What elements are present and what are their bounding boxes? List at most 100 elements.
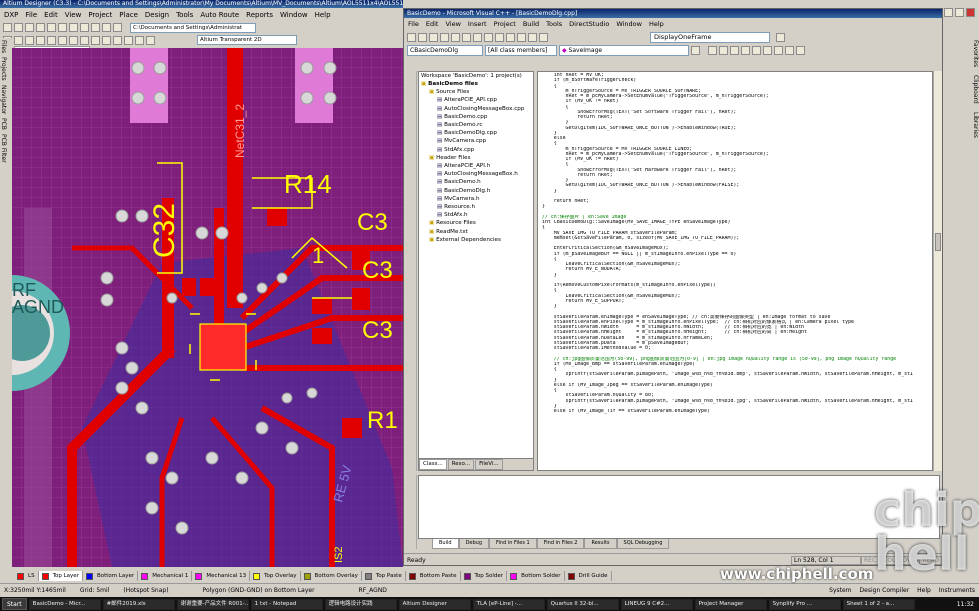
build-icon[interactable] [719, 46, 728, 55]
taskbar-item[interactable]: 谢谢重要-产品文件 R001-... [176, 598, 249, 610]
layer-tab[interactable]: LS [14, 571, 39, 581]
tree-item[interactable]: ▣ BasicDemo files [421, 80, 533, 88]
layer-tab[interactable]: Bottom Overlay [301, 571, 362, 581]
taskbar-item[interactable]: 逻辑电路设计实践 [324, 598, 397, 610]
save-icon[interactable] [25, 23, 34, 32]
layer-tab[interactable]: Mechanical 13 [192, 571, 251, 581]
output-tab[interactable]: Find in Files 1 [489, 539, 537, 549]
tree-item[interactable]: ▤ StdAfx.h [421, 211, 533, 219]
place-via-icon[interactable] [14, 35, 23, 45]
layer-tab[interactable]: Bottom Solder [507, 571, 565, 581]
tree-item[interactable]: ▣ External Dependencies [421, 236, 533, 244]
watch-icon[interactable] [774, 46, 783, 55]
open-file-icon[interactable] [418, 32, 427, 42]
move-icon[interactable] [91, 35, 100, 45]
taskbar-item[interactable]: BasicDemo - Micr... [28, 598, 101, 610]
tree-item[interactable]: ▤ BasicDemo.rc [421, 121, 533, 129]
stop-build-icon[interactable] [730, 46, 739, 55]
deselect-icon[interactable] [102, 35, 111, 45]
layer-tab[interactable]: Top Overlay [250, 571, 301, 581]
output-tab[interactable]: Build [432, 539, 459, 549]
altium-menu-reports[interactable]: Reports [246, 11, 273, 19]
select-icon[interactable] [80, 35, 89, 45]
workspace-tab[interactable]: FileVi... [475, 459, 503, 470]
tree-item[interactable]: ▤ BasicDemoDlg.h [421, 187, 533, 195]
fence-icon[interactable] [124, 35, 133, 45]
taskbar-item[interactable]: Synplify Pro ... [768, 598, 841, 610]
taskbar-item[interactable]: #邮件2019.xls [102, 598, 175, 610]
tree-item[interactable]: ▤ MvCamera.cpp [421, 137, 533, 145]
scroll-thumb[interactable] [935, 233, 941, 251]
vc-menu-directstudio[interactable]: DirectStudio [569, 20, 609, 28]
tree-item[interactable]: ▤ AutoClosingMessageBox.h [421, 170, 533, 178]
side-tab-pcb[interactable]: PCB [0, 116, 7, 132]
undo-icon[interactable] [102, 23, 111, 32]
code-editor[interactable]: int nRet = MV_OK; if (m_bSoftWareTrigger… [537, 71, 933, 471]
altium-menu-tools[interactable]: Tools [176, 11, 193, 19]
side-tab-projects[interactable]: Projects [0, 55, 7, 83]
tree-item[interactable]: ▤ BasicDemo.h [421, 178, 533, 186]
tree-item[interactable]: ▤ StdAfx.cpp [421, 146, 533, 154]
members-combo[interactable]: [All class members] [485, 45, 557, 56]
output-tab[interactable]: Find in Files 2 [536, 539, 585, 549]
tree-item[interactable]: ▣ Resource Files [421, 219, 533, 227]
vc-menu-file[interactable]: File [408, 20, 419, 28]
tree-item[interactable]: ▣ ReadMe.txt [421, 228, 533, 236]
find-in-files-icon[interactable] [539, 32, 548, 42]
right-tab-favorites[interactable]: Favorites [965, 38, 979, 69]
class-combo[interactable]: CBasicDemoDlg [407, 45, 483, 56]
function-combo[interactable]: DisplayOneFrame [650, 31, 770, 43]
redo-icon-vc[interactable] [495, 32, 504, 42]
taskbar-item[interactable]: Quartus II 32-bi... [546, 598, 619, 610]
vc-menu-build[interactable]: Build [523, 20, 539, 28]
vc-menu-tools[interactable]: Tools [546, 20, 562, 28]
tree-item[interactable]: ▤ AlteraPCIE_API.cpp [421, 96, 533, 104]
zoom-icon[interactable] [47, 23, 56, 32]
new-icon[interactable] [3, 23, 12, 32]
taskbar-item[interactable]: 1 txt - Notepad [250, 598, 323, 610]
wizard-action-icon[interactable] [691, 46, 700, 55]
measure-icon[interactable] [69, 35, 78, 45]
altium-menu-window[interactable]: Window [280, 11, 308, 19]
go-icon[interactable] [752, 46, 761, 55]
vc-menu-insert[interactable]: Insert [468, 20, 487, 28]
altium-menu-dxp[interactable]: DXP [4, 11, 18, 19]
side-tab-navigator[interactable]: Navigator [0, 83, 7, 116]
altium-menu-file[interactable]: File [25, 11, 37, 19]
undo-icon-vc[interactable] [484, 32, 493, 42]
pcb-canvas[interactable]: C32 R14 NetC31_2 C3 C3 C3 R1 1 RF AGND R… [12, 48, 403, 567]
close-icon[interactable] [966, 8, 975, 17]
save-all-icon[interactable] [440, 32, 449, 42]
output-tab[interactable]: SQL Debugging [616, 539, 670, 549]
altium-menu-design[interactable]: Design [145, 11, 169, 19]
vc-menu-window[interactable]: Window [616, 20, 642, 28]
cross-icon[interactable] [113, 35, 122, 45]
editor-vscrollbar[interactable] [933, 71, 942, 471]
output-tab[interactable]: Debug [458, 539, 490, 549]
breakpoint-icon[interactable] [763, 46, 772, 55]
altium-menu-project[interactable]: Project [88, 11, 112, 19]
taskbar-item[interactable]: Altium Designer [398, 598, 471, 610]
side-tab-files[interactable]: Files [0, 38, 7, 55]
start-button[interactable]: Start [2, 598, 27, 610]
open-icon[interactable] [14, 23, 23, 32]
align-icon[interactable] [146, 35, 155, 45]
tree-item[interactable]: ▤ AutoClosingMessageBox.cpp [421, 105, 533, 113]
tree-item[interactable]: ▤ AlteraPCIE_API.h [421, 162, 533, 170]
altium-menu-auto-route[interactable]: Auto Route [200, 11, 239, 19]
status-panel-system[interactable]: System [829, 587, 851, 594]
zoom-fit-icon[interactable] [58, 23, 67, 32]
altium-menu-view[interactable]: View [65, 11, 82, 19]
tree-item[interactable]: ▤ MvCamera.h [421, 195, 533, 203]
vc-menu-help[interactable]: Help [649, 20, 664, 28]
print-icon[interactable] [36, 23, 45, 32]
vc-menu-edit[interactable]: Edit [426, 20, 439, 28]
layer-tab[interactable]: Top Layer [38, 571, 83, 581]
taskbar-item[interactable]: LINEUG 9 C#2... [620, 598, 693, 610]
path-input[interactable]: C:\Documents and Settings\Administrat [130, 22, 256, 33]
taskbar-item[interactable]: Project Manager [694, 598, 767, 610]
right-tab-clipboard[interactable]: Clipboard [965, 73, 979, 106]
place-text-icon[interactable] [36, 35, 45, 45]
registers-icon[interactable] [796, 46, 805, 55]
layer-tab[interactable]: Mechanical 1 [138, 571, 193, 581]
